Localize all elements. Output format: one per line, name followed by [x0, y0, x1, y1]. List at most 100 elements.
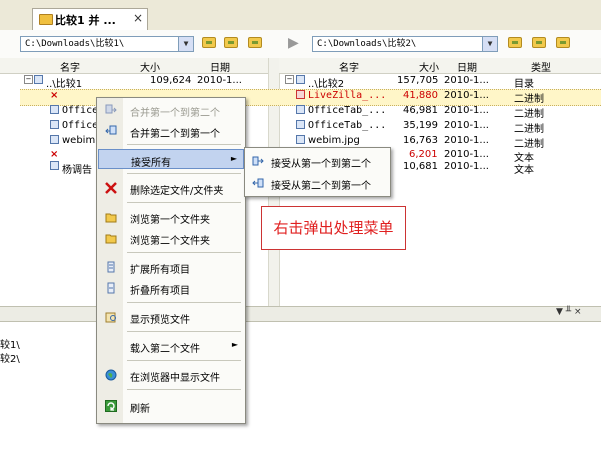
menu-item-refresh[interactable]: 刷新: [98, 396, 244, 416]
table-row[interactable]: ×: [0, 89, 100, 104]
file-date: 2010-1...: [444, 161, 489, 172]
menu-separator: [127, 144, 241, 145]
accept-all-submenu: 接受从第一个到第二个 接受从第二个到第一个: [244, 147, 391, 197]
right-path-combo[interactable]: C:\Downloads\比较2\ ▼: [312, 36, 498, 52]
folder-up-icon[interactable]: [508, 37, 522, 48]
collapse-icon[interactable]: −: [285, 75, 294, 84]
close-icon[interactable]: ×: [133, 11, 143, 25]
file-size: 35,199: [403, 120, 438, 131]
preview-icon: [105, 312, 116, 323]
compare-arrow-icon[interactable]: ▶: [288, 35, 299, 51]
file-icon: [50, 161, 59, 170]
file-name: LiveZilla_...: [308, 90, 387, 101]
menu-item-delete-selected[interactable]: 删除选定文件/文件夹: [98, 178, 244, 198]
menu-separator: [127, 252, 241, 253]
folder-up-icon[interactable]: [202, 37, 216, 48]
table-row[interactable]: − ..\比较2 157,705 2010-1... 目录: [279, 74, 601, 90]
folder-new-icon[interactable]: [556, 37, 570, 48]
column-type-header[interactable]: 类型: [531, 59, 551, 74]
folder-open-icon[interactable]: [224, 37, 238, 48]
table-row[interactable]: OfficeTab_... 35,199 2010-1... 二进制: [279, 119, 601, 135]
right-column-header: 名字 大小 日期 类型: [279, 58, 601, 74]
left-path-value: C:\Downloads\比较1\: [25, 39, 125, 49]
chevron-down-icon[interactable]: ▼: [178, 37, 193, 51]
refresh-icon: [105, 400, 117, 412]
folder-icon: [34, 75, 43, 84]
menu-item-accept-1-to-2[interactable]: 接受从第一个到第二个: [246, 151, 391, 171]
output-panel-header: ▼ ╨ ×: [0, 306, 601, 322]
menu-item-accept-all[interactable]: 接受所有 ►: [98, 149, 244, 169]
output-log: 较1\ 较2\: [0, 322, 601, 449]
panel-controls[interactable]: ▼ ╨ ×: [556, 307, 582, 317]
file-type: 二进制: [514, 124, 544, 135]
folder-icon: [39, 14, 53, 25]
menu-separator: [127, 202, 241, 203]
missing-file-mark: ×: [50, 90, 59, 101]
tab-label: 比较1 并 ...: [55, 14, 116, 27]
file-size: 109,624: [150, 75, 192, 86]
folder-icon: [296, 75, 305, 84]
globe-icon: [105, 369, 117, 381]
log-line: 较2\: [0, 354, 20, 365]
file-name: ..\比较1: [46, 79, 83, 90]
accept-right-icon: [252, 156, 264, 166]
folder-open-icon[interactable]: [532, 37, 546, 48]
file-type: 目录: [514, 79, 534, 90]
file-date: 2010-1...: [197, 75, 242, 86]
menu-item-collapse-all[interactable]: 折叠所有项目: [98, 278, 244, 298]
file-icon: [50, 135, 59, 144]
column-name-header[interactable]: 名字: [339, 59, 359, 74]
folder-open-icon: [105, 234, 117, 244]
file-name: OfficeTab_...: [308, 105, 387, 116]
file-size: 10,681: [403, 161, 438, 172]
left-column-header: 名字 大小 日期: [0, 58, 268, 74]
file-icon: [296, 105, 305, 114]
menu-separator: [127, 389, 241, 390]
file-name: webim.jpg: [308, 135, 360, 146]
menu-item-merge-1-to-2[interactable]: 合并第一个到第二个: [98, 100, 244, 120]
right-path-value: C:\Downloads\比较2\: [317, 39, 417, 49]
menu-item-accept-2-to-1[interactable]: 接受从第二个到第一个: [246, 173, 391, 193]
column-date-header[interactable]: 日期: [457, 59, 477, 74]
file-name: OfficeTab_...: [308, 120, 387, 131]
table-row[interactable]: OfficeT: [0, 104, 104, 119]
file-icon: [296, 120, 305, 129]
table-row[interactable]: OfficeTab_... 46,981 2010-1... 二进制: [279, 104, 601, 120]
missing-file-mark: ×: [50, 149, 59, 160]
file-type: 二进制: [514, 94, 544, 105]
file-date: 2010-1...: [444, 75, 489, 86]
column-name-header[interactable]: 名字: [60, 59, 80, 74]
table-row[interactable]: webim.j: [0, 134, 101, 149]
column-size-header[interactable]: 大小: [140, 59, 160, 74]
table-row[interactable]: OfficeT: [0, 119, 104, 134]
file-date: 2010-1...: [444, 105, 489, 116]
log-line: 较1\: [0, 340, 20, 351]
file-icon: [296, 90, 305, 99]
left-path-combo[interactable]: C:\Downloads\比较1\ ▼: [20, 36, 194, 52]
menu-item-show-in-browser[interactable]: 在浏览器中显示文件: [98, 365, 244, 385]
menu-item-show-preview[interactable]: 显示预览文件: [98, 307, 244, 327]
file-name: ..\比较2: [308, 79, 345, 90]
column-size-header[interactable]: 大小: [419, 59, 439, 74]
file-date: 2010-1...: [444, 149, 489, 160]
chevron-down-icon[interactable]: ▼: [482, 37, 497, 51]
folder-new-icon[interactable]: [248, 37, 262, 48]
menu-item-load-second-file[interactable]: 载入第二个文件 ►: [98, 336, 244, 356]
menu-separator: [127, 360, 241, 361]
menu-item-expand-all[interactable]: 扩展所有项目: [98, 257, 244, 277]
menu-item-merge-2-to-1[interactable]: 合并第二个到第一个: [98, 121, 244, 141]
annotation-callout: 右击弹出处理菜单: [261, 206, 406, 250]
delete-x-icon: [105, 182, 117, 194]
menu-item-browse-second-folder[interactable]: 浏览第二个文件夹: [98, 228, 244, 248]
table-row[interactable]: LiveZilla_... 41,880 2010-1... 二进制: [279, 89, 601, 105]
accept-left-icon: [252, 178, 264, 188]
tab-compare[interactable]: 比较1 并 ... ×: [32, 8, 148, 30]
submenu-arrow-icon: ►: [230, 154, 237, 163]
column-date-header[interactable]: 日期: [210, 59, 230, 74]
menu-item-browse-first-folder[interactable]: 浏览第一个文件夹: [98, 207, 244, 227]
file-icon: [50, 120, 59, 129]
table-row[interactable]: − ..\比较1 109,624 2010-1...: [0, 74, 268, 90]
file-size: 46,981: [403, 105, 438, 116]
collapse-icon[interactable]: −: [24, 75, 33, 84]
table-row[interactable]: 杨调告 i: [0, 160, 100, 176]
